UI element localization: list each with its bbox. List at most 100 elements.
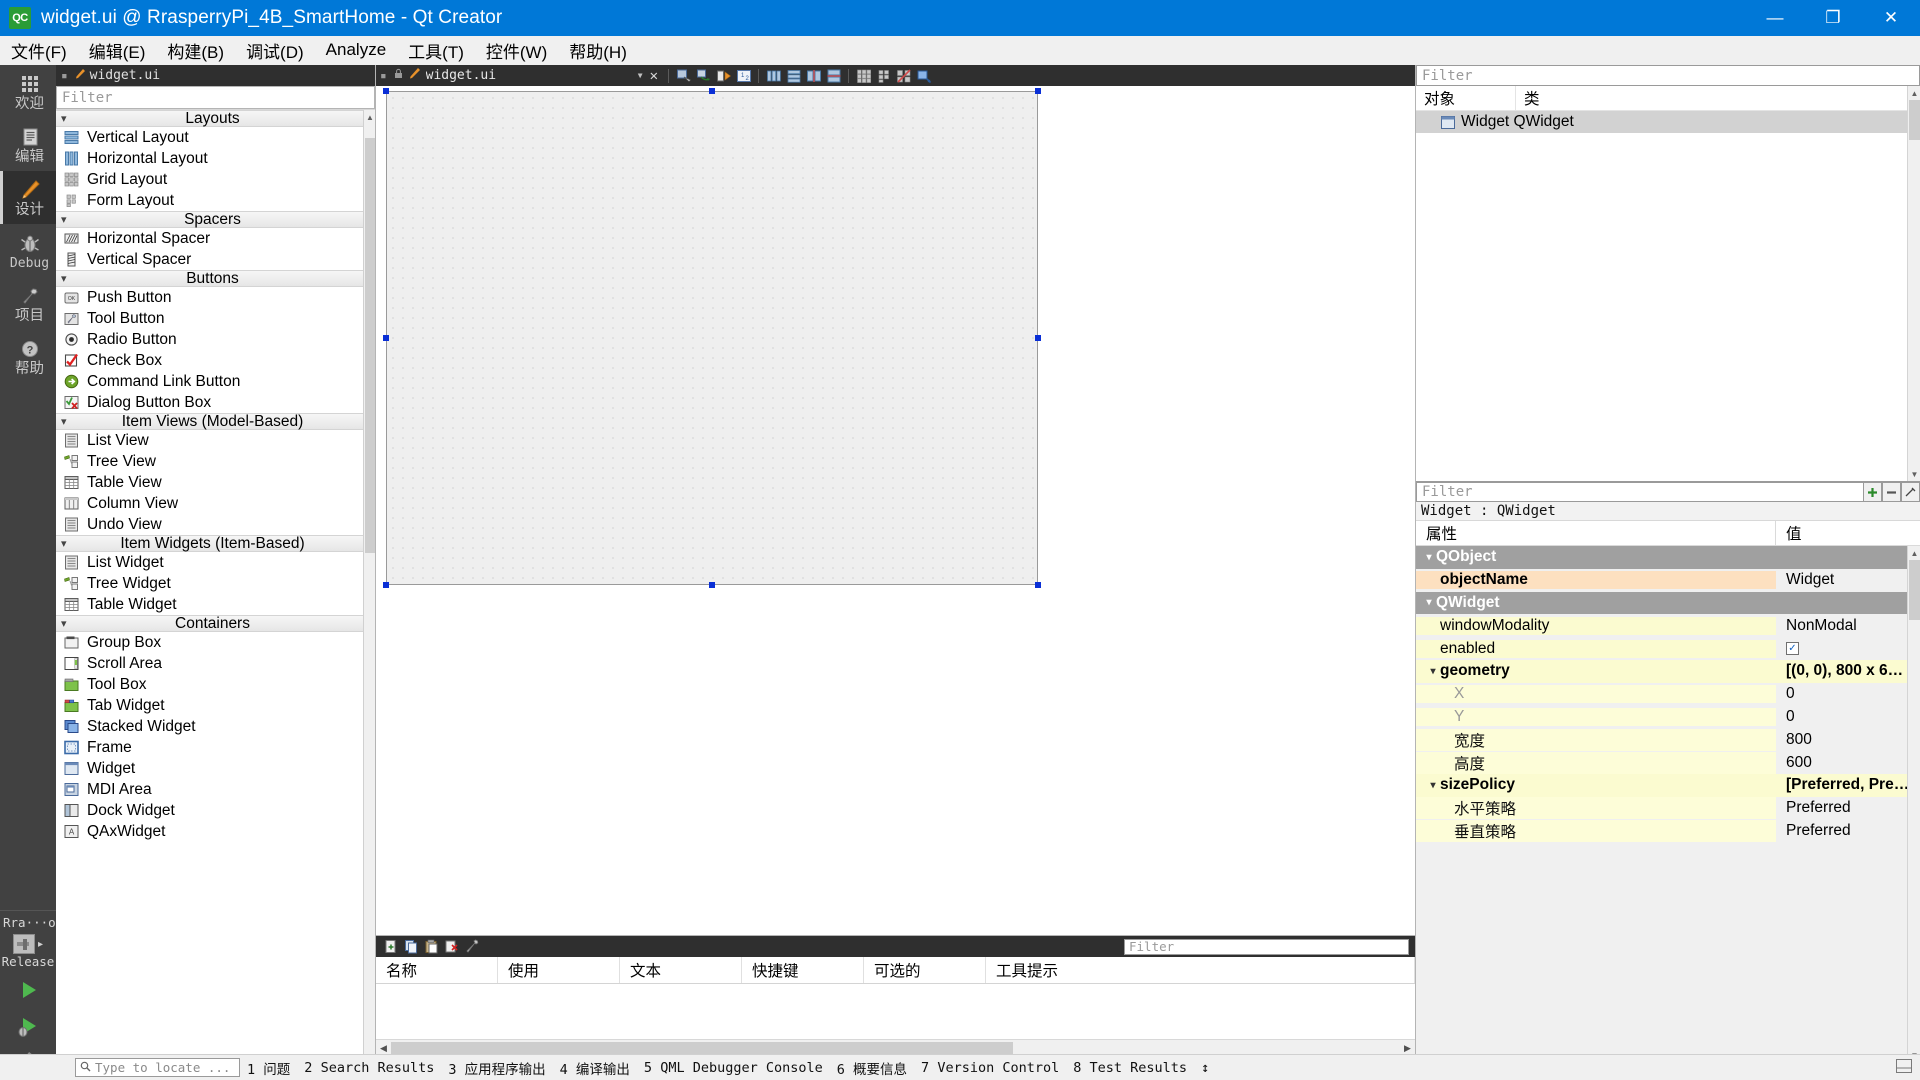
- widget-item-list-widget[interactable]: List Widget: [56, 552, 375, 573]
- widget-item-grid-layout[interactable]: Grid Layout: [56, 169, 375, 190]
- property-row-enabled[interactable]: enabled ✓: [1416, 637, 1907, 660]
- resize-handle-bottom-left[interactable]: [383, 582, 389, 588]
- pe-scroll-thumb[interactable]: [1909, 560, 1920, 620]
- column-header-class[interactable]: 类: [1516, 86, 1907, 110]
- column-header-used[interactable]: 使用: [498, 957, 620, 983]
- widget-item-tool-box[interactable]: Tool Box: [56, 674, 375, 695]
- kit-arrow-icon[interactable]: ▸: [38, 939, 43, 950]
- resize-handle-bottom-right[interactable]: [1035, 582, 1041, 588]
- property-row-objectname[interactable]: objectName Widget: [1416, 569, 1907, 592]
- column-header-object[interactable]: 对象: [1416, 86, 1516, 110]
- output-pane-compile-output[interactable]: 4 编译输出: [553, 1058, 637, 1078]
- action-editor-rows[interactable]: [376, 984, 1415, 1039]
- remove-dynamic-property-button[interactable]: [1882, 482, 1901, 502]
- widget-item-table-view[interactable]: Table View: [56, 472, 375, 493]
- locator-input[interactable]: Type to locate ...: [75, 1058, 240, 1077]
- output-pane-resize-handle[interactable]: ↕: [1194, 1060, 1216, 1076]
- property-row-geometry-x[interactable]: X 0: [1416, 683, 1907, 706]
- property-editor-filter-input[interactable]: Filter: [1416, 482, 1863, 502]
- property-row-windowmodality[interactable]: windowModality NonModal: [1416, 614, 1907, 637]
- edit-icon[interactable]: [463, 938, 480, 955]
- property-value-checkbox-wrap[interactable]: ✓: [1776, 642, 1907, 656]
- widget-item-vertical-layout[interactable]: Vertical Layout: [56, 127, 375, 148]
- property-value[interactable]: [Preferred, Pre…: [1776, 776, 1907, 794]
- widget-item-scroll-area[interactable]: Scroll Area: [56, 653, 375, 674]
- widget-item-push-button[interactable]: OK Push Button: [56, 287, 375, 308]
- menu-file[interactable]: 文件(F): [0, 35, 78, 66]
- widget-item-tab-widget[interactable]: Tab Widget: [56, 695, 375, 716]
- property-row-sizepolicy[interactable]: ▾ sizePolicy [Preferred, Pre…: [1416, 773, 1907, 797]
- layout-vertical-icon[interactable]: [785, 67, 802, 84]
- minimize-button[interactable]: —: [1746, 0, 1804, 36]
- property-value[interactable]: Widget: [1776, 571, 1907, 589]
- widget-box-scrollbar[interactable]: ▲ ▼: [363, 110, 375, 1080]
- column-header-value[interactable]: 值: [1776, 521, 1920, 545]
- add-dynamic-property-button[interactable]: [1863, 482, 1882, 502]
- close-document-button[interactable]: ✕: [646, 68, 662, 84]
- widget-item-tool-button[interactable]: Tool Button: [56, 308, 375, 329]
- widget-item-group-box[interactable]: Group Box: [56, 632, 375, 653]
- menu-edit[interactable]: 编辑(E): [78, 35, 157, 66]
- action-editor-filter-input[interactable]: Filter: [1124, 938, 1409, 955]
- property-row-sizepolicy-vertical[interactable]: 垂直策略 Preferred: [1416, 819, 1907, 843]
- edit-buddies-icon[interactable]: [715, 67, 732, 84]
- widget-item-list-view[interactable]: List View: [56, 430, 375, 451]
- widgetbox-group-layouts[interactable]: ▾ Layouts: [56, 110, 375, 127]
- debug-run-button[interactable]: [0, 1008, 56, 1044]
- mode-debug[interactable]: Debug: [0, 224, 56, 277]
- kit-selector[interactable]: Rra···ome: [0, 910, 56, 932]
- property-row-geometry-width[interactable]: 宽度 800: [1416, 728, 1907, 751]
- column-header-shortcut[interactable]: 快捷键: [742, 957, 864, 983]
- layout-horizontal-icon[interactable]: [765, 67, 782, 84]
- adjust-size-icon[interactable]: [915, 67, 932, 84]
- menu-tools[interactable]: 工具(T): [397, 35, 475, 66]
- column-header-checkable[interactable]: 可选的: [864, 957, 986, 983]
- property-value[interactable]: [(0, 0), 800 x 6…: [1776, 662, 1907, 680]
- widget-box-tab-label[interactable]: widget.ui: [86, 68, 160, 83]
- maximize-button[interactable]: ❐: [1804, 0, 1862, 36]
- close-button[interactable]: ✕: [1862, 0, 1920, 36]
- widget-item-horizontal-layout[interactable]: Horizontal Layout: [56, 148, 375, 169]
- output-pane-qml-debugger-console[interactable]: 5 QML Debugger Console: [637, 1060, 830, 1076]
- output-pane-version-control[interactable]: 7 Version Control: [914, 1060, 1066, 1076]
- widgetbox-group-spacers[interactable]: ▾ Spacers: [56, 211, 375, 228]
- layout-form-icon[interactable]: [875, 67, 892, 84]
- menu-analyze[interactable]: Analyze: [315, 37, 397, 63]
- scroll-up-arrow-icon[interactable]: ▲: [364, 110, 375, 124]
- output-pane-icon[interactable]: [1896, 1058, 1912, 1077]
- property-row-geometry-y[interactable]: Y 0: [1416, 706, 1907, 729]
- output-pane-test-results[interactable]: 8 Test Results: [1066, 1060, 1194, 1076]
- layout-grid-icon[interactable]: [855, 67, 872, 84]
- document-selector-combobox[interactable]: widget.ui ▼: [408, 67, 643, 84]
- layout-splitter-h-icon[interactable]: [805, 67, 822, 84]
- widgetbox-group-buttons[interactable]: ▾ Buttons: [56, 270, 375, 287]
- edit-tab-order-icon[interactable]: 1 2: [735, 67, 752, 84]
- paste-icon[interactable]: [423, 938, 440, 955]
- widgetbox-group-item-views[interactable]: ▾ Item Views (Model-Based): [56, 413, 375, 430]
- widget-item-undo-view[interactable]: Undo View: [56, 514, 375, 535]
- output-pane-issues[interactable]: 1 问题: [240, 1058, 297, 1078]
- edit-signals-slots-icon[interactable]: [695, 67, 712, 84]
- mode-projects[interactable]: 项目: [0, 277, 56, 330]
- resize-handle-top-center[interactable]: [709, 88, 715, 94]
- resize-handle-middle-left[interactable]: [383, 335, 389, 341]
- widget-item-tree-widget[interactable]: Tree Widget: [56, 573, 375, 594]
- build-config-label[interactable]: Release: [0, 954, 56, 972]
- scroll-down-arrow-icon[interactable]: ▼: [1908, 467, 1920, 481]
- property-value[interactable]: 0: [1776, 685, 1907, 703]
- property-value[interactable]: 800: [1776, 731, 1907, 749]
- layout-splitter-v-icon[interactable]: [825, 67, 842, 84]
- resize-handle-top-left[interactable]: [383, 88, 389, 94]
- widget-item-mdi-area[interactable]: MDI Area: [56, 779, 375, 800]
- scroll-up-arrow-icon[interactable]: ▲: [1908, 546, 1920, 560]
- object-inspector-filter-input[interactable]: Filter: [1416, 65, 1920, 86]
- output-pane-application-output[interactable]: 3 应用程序输出: [441, 1058, 552, 1078]
- column-header-name[interactable]: 名称: [376, 957, 498, 983]
- break-layout-icon[interactable]: [895, 67, 912, 84]
- lock-icon[interactable]: [390, 67, 405, 84]
- property-value[interactable]: Preferred: [1776, 822, 1907, 840]
- widget-item-horizontal-spacer[interactable]: Horizontal Spacer: [56, 228, 375, 249]
- run-button[interactable]: [0, 972, 56, 1008]
- menu-debug[interactable]: 调试(D): [235, 35, 315, 66]
- copy-icon[interactable]: [403, 938, 420, 955]
